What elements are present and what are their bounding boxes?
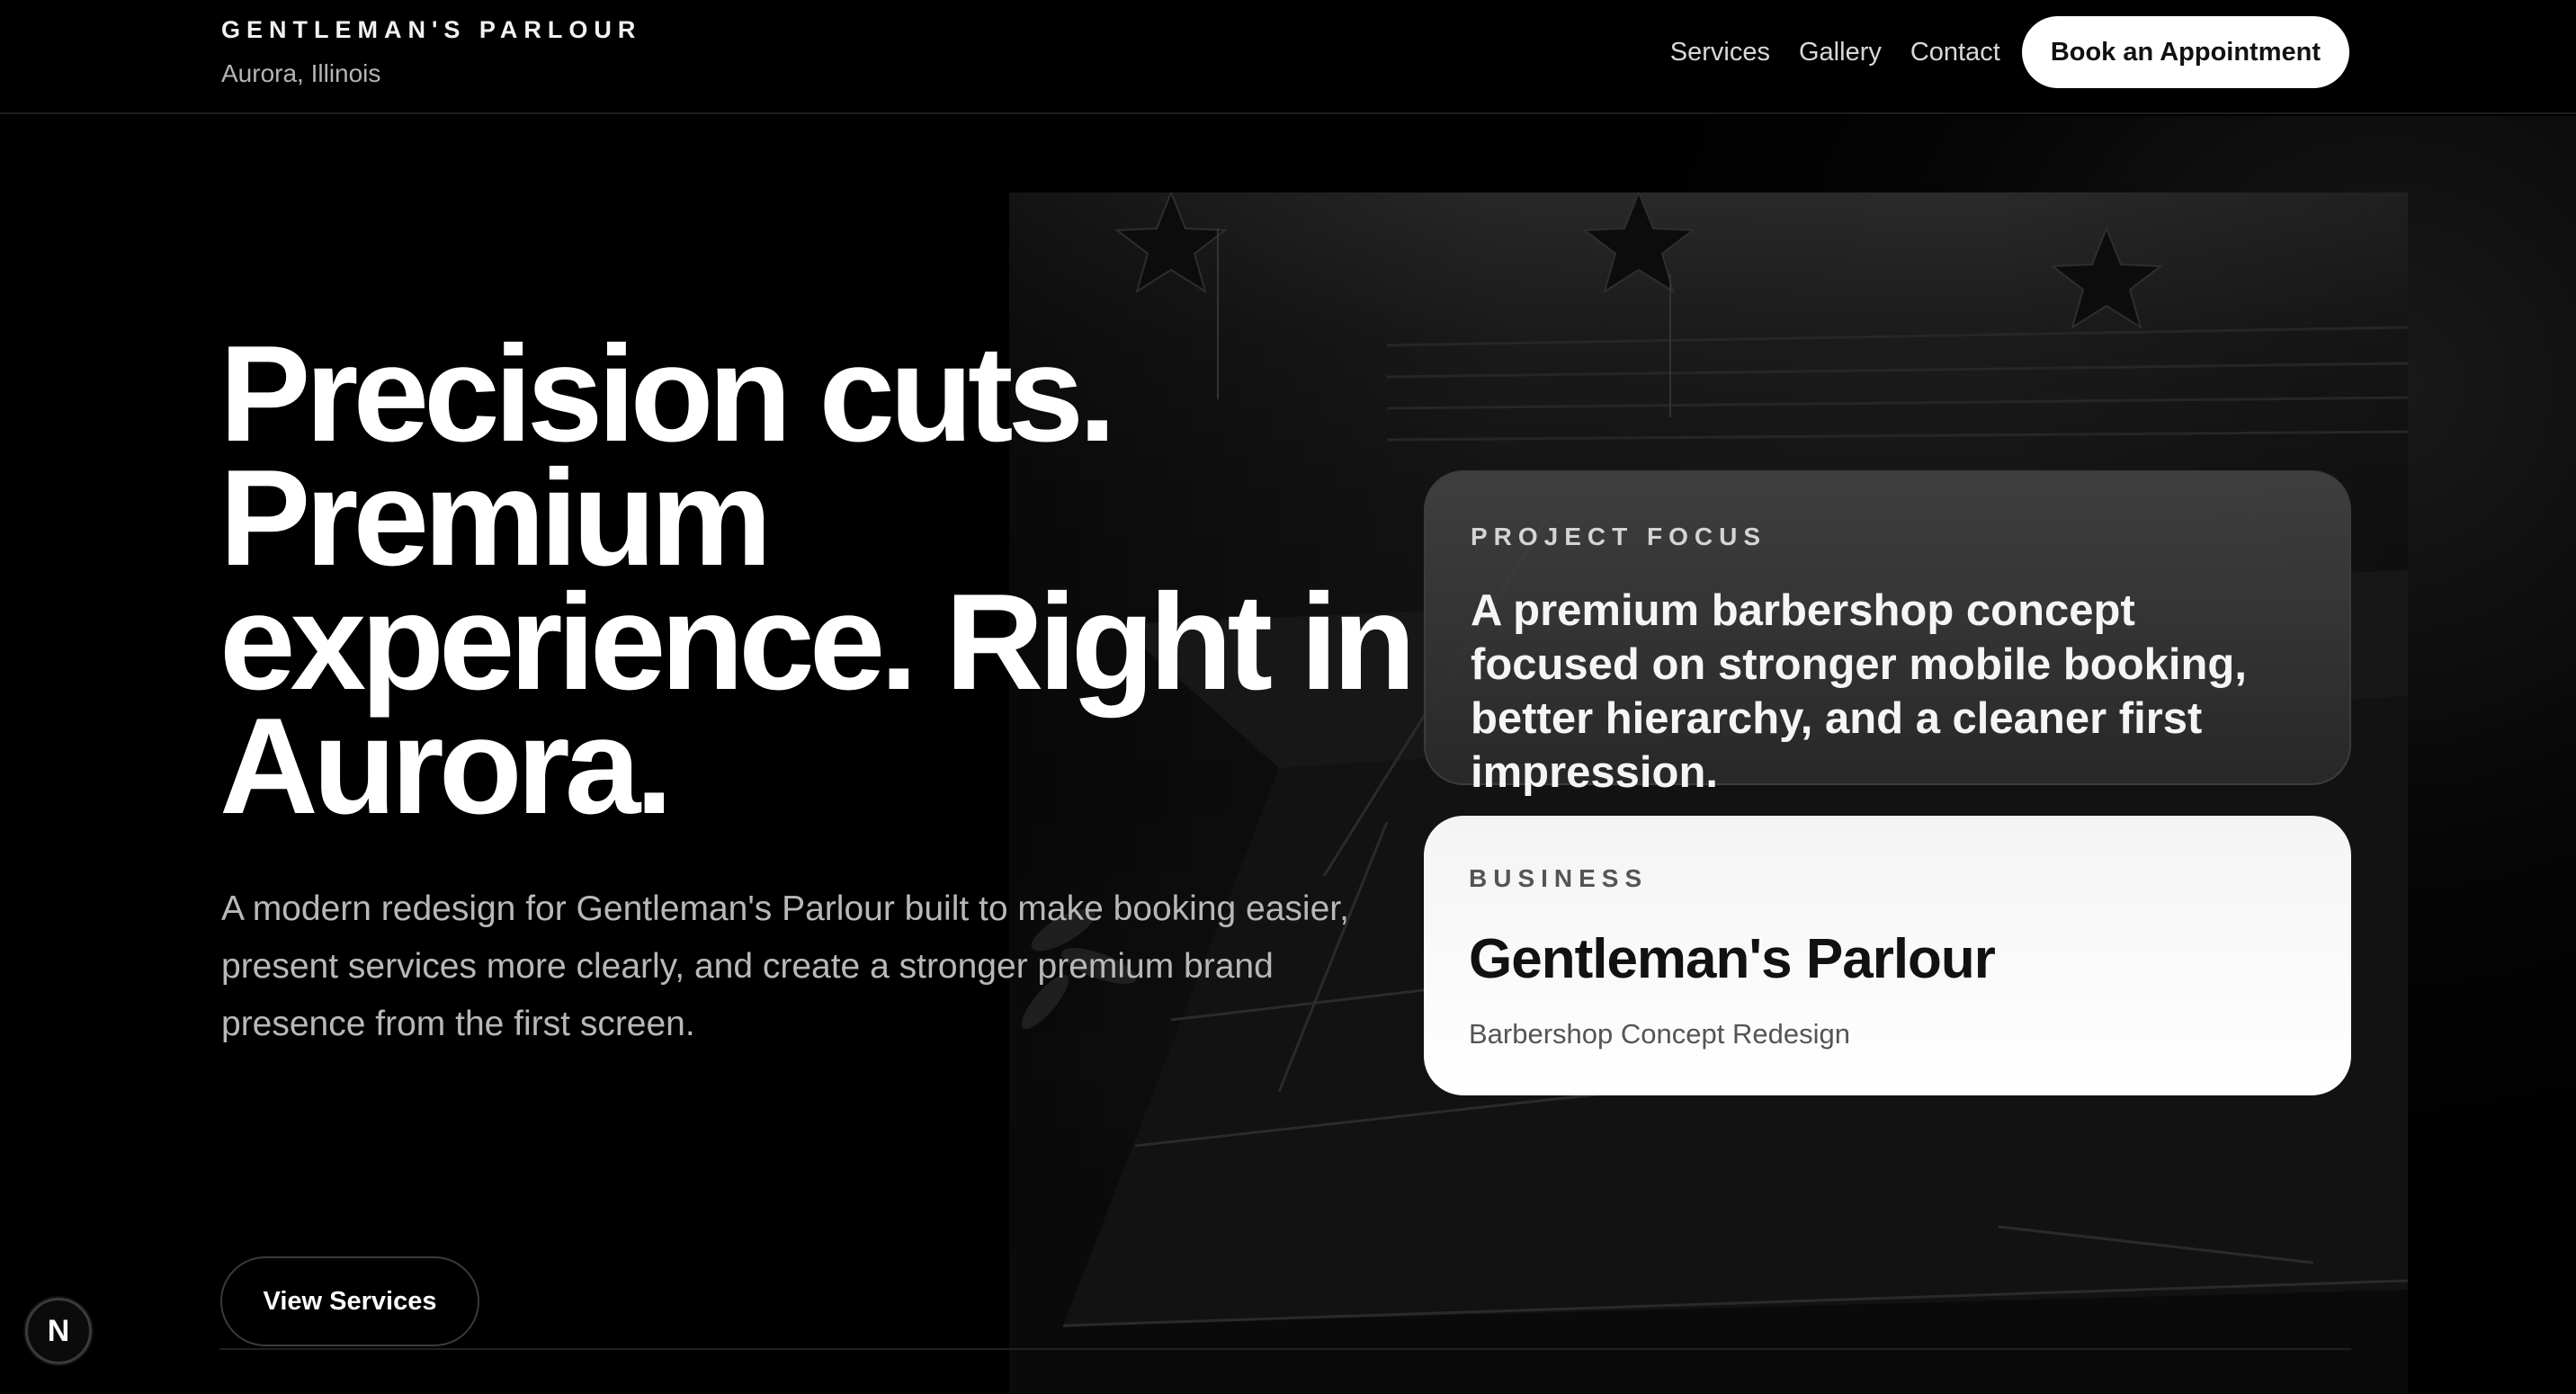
project-focus-card: PROJECT FOCUS A premium barbershop conce…: [1424, 470, 2351, 797]
nav-link-contact[interactable]: Contact: [1910, 38, 2000, 67]
project-focus-text: A premium barbershop concept focused on …: [1471, 586, 2247, 797]
brand-location: Aurora, Illinois: [221, 59, 381, 87]
brand-name[interactable]: GENTLEMAN'S PARLOUR: [221, 16, 641, 44]
hero-headline: Precision cuts. Premium experience. Righ…: [219, 317, 1416, 843]
business-label: BUSINESS: [1469, 864, 1649, 892]
nav-link-gallery[interactable]: Gallery: [1799, 38, 1882, 67]
business-subtitle: Barbershop Concept Redesign: [1469, 1018, 1850, 1050]
headline-line: experience. Right in: [219, 566, 1416, 719]
nav-link-services[interactable]: Services: [1670, 38, 1770, 67]
section-divider: [219, 1348, 2351, 1350]
site-header: GENTLEMAN'S PARLOUR Aurora, Illinois Ser…: [0, 0, 2576, 114]
project-focus-label: PROJECT FOCUS: [1471, 523, 1767, 550]
view-services-button[interactable]: View Services: [220, 1256, 479, 1346]
business-card: BUSINESS Gentleman's Parlour Barbershop …: [1424, 816, 2351, 1095]
hero-description: A modern redesign for Gentleman's Parlou…: [221, 889, 1349, 1043]
nextjs-dev-indicator-icon[interactable]: N: [25, 1298, 92, 1364]
headline-line: Aurora.: [219, 690, 674, 843]
headline-line: Precision cuts.: [219, 317, 1116, 470]
business-name: Gentleman's Parlour: [1469, 928, 1996, 990]
main-nav: Services Gallery Contact Book an Appoint…: [1670, 16, 2349, 88]
headline-line: Premium: [219, 442, 772, 594]
hero-section: Precision cuts. Premium experience. Righ…: [0, 116, 2576, 1394]
book-appointment-button[interactable]: Book an Appointment: [2021, 16, 2349, 88]
